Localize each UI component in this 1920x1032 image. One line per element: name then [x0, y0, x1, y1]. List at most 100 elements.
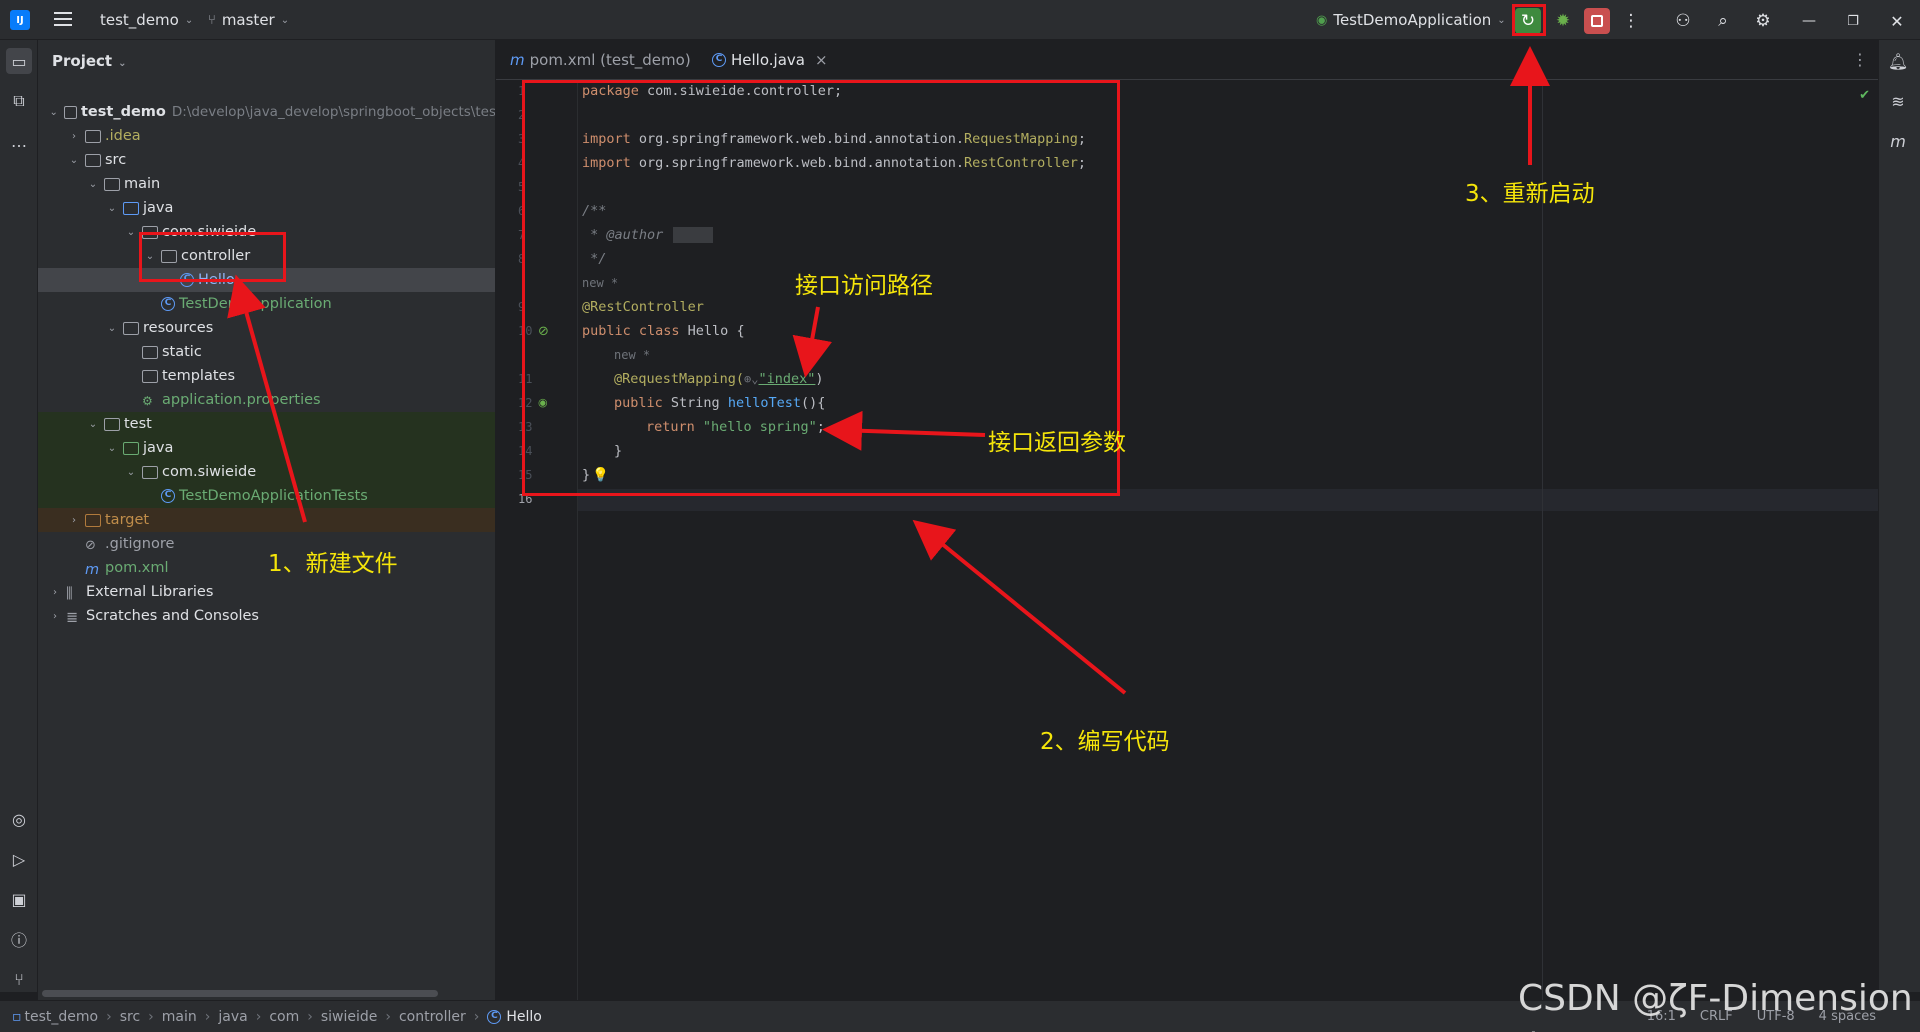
close-button[interactable]: ✕ — [1884, 8, 1910, 34]
project-panel-title[interactable]: Project ⌄ — [52, 52, 126, 70]
tree-item-resources[interactable]: ⌄ resources — [38, 316, 495, 340]
bell-icon: 🔔︎ — [1887, 51, 1909, 71]
restore-button[interactable]: ❐ — [1840, 8, 1866, 34]
terminal-tool-button[interactable]: ▣ — [6, 886, 32, 912]
debug-button[interactable]: ✹ — [1550, 8, 1576, 34]
intellij-logo-icon[interactable]: IJ — [10, 10, 30, 30]
tree-item-application-properties[interactable]: ⚙ application.properties — [38, 388, 495, 412]
folder-icon — [142, 369, 158, 383]
chevron-down-icon[interactable]: ⌄ — [124, 467, 138, 478]
breadcrumb-item[interactable]: test_demo — [25, 1009, 99, 1025]
restore-icon: ❐ — [1847, 13, 1859, 29]
services-tool-button[interactable]: ◎ — [6, 806, 32, 832]
tree-item-label: TestDemoApplication — [179, 296, 332, 312]
tree-item-testdemoapplicationtests[interactable]: C TestDemoApplicationTests — [38, 484, 495, 508]
tree-item-target[interactable]: › target — [38, 508, 495, 532]
class-icon: C — [161, 297, 175, 311]
breadcrumb-item[interactable]: java — [218, 1009, 247, 1025]
tree-item-testdemoapplication[interactable]: C TestDemoApplication — [38, 292, 495, 316]
user-add-icon: ⚇ — [1675, 11, 1691, 31]
git-tool-button[interactable]: ⑂ — [6, 966, 32, 992]
tab-pom-xml[interactable]: m pom.xml (test_demo) — [510, 40, 691, 80]
tree-item-src[interactable]: ⌄ src — [38, 148, 495, 172]
tree-item-scratches-and-consoles[interactable]: › ≣ Scratches and Consoles — [38, 604, 495, 628]
chevron-down-icon[interactable]: ⌄ — [124, 227, 138, 238]
tab-options-icon[interactable]: ⋮ — [1852, 50, 1868, 69]
chevron-down-icon[interactable]: ⌄ — [105, 323, 119, 334]
csdn-watermark: CSDN @ζF-Dimension あ — [1518, 978, 1913, 1032]
breadcrumb-item[interactable]: com — [269, 1009, 299, 1025]
code-with-me-button[interactable]: ⚇ — [1670, 8, 1696, 34]
tree-item-test-demo[interactable]: ⌄ test_demo D:\develop\java_develop\sprin… — [38, 100, 495, 124]
stop-button[interactable] — [1584, 8, 1610, 34]
breadcrumb-item[interactable]: src — [120, 1009, 140, 1025]
tree-item-com-siwieide[interactable]: ⌄ com.siwieide — [38, 460, 495, 484]
run-tool-button[interactable]: ▷ — [6, 846, 32, 872]
tree-item-main[interactable]: ⌄ main — [38, 172, 495, 196]
chevron-down-icon[interactable]: ⌄ — [105, 443, 119, 454]
highlight-rerun — [1512, 4, 1546, 36]
more-actions-button[interactable]: ⋮ — [1618, 8, 1644, 34]
tab-hello-java[interactable]: C Hello.java × — [712, 40, 828, 80]
run-config-name: TestDemoApplication — [1333, 11, 1492, 29]
minimize-icon: — — [1802, 13, 1816, 29]
settings-button[interactable]: ⚙ — [1750, 8, 1776, 34]
minimize-button[interactable]: — — [1796, 8, 1822, 34]
module-icon: ▫ — [12, 1008, 22, 1025]
tree-item-label: Scratches and Consoles — [86, 608, 259, 624]
project-selector[interactable]: test_demo ⌄ — [100, 0, 193, 40]
breadcrumb-item[interactable]: controller — [399, 1009, 466, 1025]
chevron-right-icon: › — [473, 1008, 480, 1025]
tree-item-java[interactable]: ⌄ java — [38, 196, 495, 220]
tree-item-label: java — [143, 200, 174, 216]
tree-item-label: .gitignore — [105, 536, 175, 552]
branch-selector[interactable]: ⑂ master ⌄ — [208, 0, 289, 40]
left-tool-strip: ▭ ⧉ … ◎ ▷ ▣ ⓘ ⑂ — [0, 40, 38, 992]
highlight-new-file — [139, 232, 286, 282]
tree-item-external-libraries[interactable]: › ⫼ External Libraries — [38, 580, 495, 604]
horizontal-scrollbar[interactable] — [42, 990, 438, 997]
chevron-right-icon[interactable]: › — [48, 587, 62, 598]
chevron-down-icon[interactable]: ⌄ — [86, 179, 100, 190]
tree-item--idea[interactable]: › .idea — [38, 124, 495, 148]
chevron-right-icon: › — [307, 1008, 313, 1025]
chevron-right-icon[interactable]: › — [67, 131, 81, 142]
chevron-down-icon[interactable]: ⌄ — [86, 419, 100, 430]
chevron-down-icon[interactable]: ⌄ — [48, 107, 60, 118]
chevron-right-icon[interactable]: › — [67, 515, 81, 526]
maven-tool-button[interactable]: m — [1885, 128, 1911, 154]
scratch-icon: ≣ — [66, 609, 79, 626]
tree-item--gitignore[interactable]: ⊘ .gitignore — [38, 532, 495, 556]
folder-icon — [63, 105, 77, 119]
chevron-down-icon[interactable]: ⌄ — [67, 155, 81, 166]
test-folder-icon — [123, 441, 139, 455]
more-tools-button[interactable]: … — [6, 128, 32, 154]
database-button[interactable]: ≋ — [1885, 88, 1911, 114]
no-problems-check-icon[interactable]: ✔ — [1859, 88, 1870, 103]
tree-item-java[interactable]: ⌄ java — [38, 436, 495, 460]
problems-tool-button[interactable]: ⓘ — [6, 926, 32, 952]
breadcrumb-item[interactable]: siwieide — [321, 1009, 378, 1025]
tree-item-test[interactable]: ⌄ test — [38, 412, 495, 436]
chevron-right-icon[interactable]: › — [48, 611, 62, 622]
folder-icon — [85, 153, 101, 167]
breadcrumb-item[interactable]: main — [162, 1009, 197, 1025]
folder-icon — [142, 465, 158, 479]
tree-item-label: main — [124, 176, 161, 192]
breadcrumb-item[interactable]: Hello — [506, 1009, 542, 1025]
search-button[interactable]: ⌕ — [1710, 8, 1736, 34]
close-tab-icon[interactable]: × — [815, 51, 828, 69]
main-menu-icon[interactable] — [54, 12, 72, 26]
tree-item-static[interactable]: static — [38, 340, 495, 364]
run-config-selector[interactable]: ◉ TestDemoApplication ⌄ — [1316, 0, 1506, 40]
project-tool-button[interactable]: ▭ — [6, 48, 32, 74]
structure-tool-button[interactable]: ⧉ — [6, 88, 32, 114]
notifications-button[interactable]: 🔔︎ — [1885, 48, 1911, 74]
chevron-down-icon[interactable]: ⌄ — [105, 203, 119, 214]
git-branch-icon: ⑂ — [14, 969, 24, 989]
tree-item-templates[interactable]: templates — [38, 364, 495, 388]
tree-item-label: resources — [143, 320, 214, 336]
title-bar: IJ test_demo ⌄ ⑂ master ⌄ ◉ TestDemoApplicat… — [0, 0, 1920, 40]
branch-icon: ⑂ — [208, 12, 216, 28]
tree-item-pom-xml[interactable]: m pom.xml — [38, 556, 495, 580]
